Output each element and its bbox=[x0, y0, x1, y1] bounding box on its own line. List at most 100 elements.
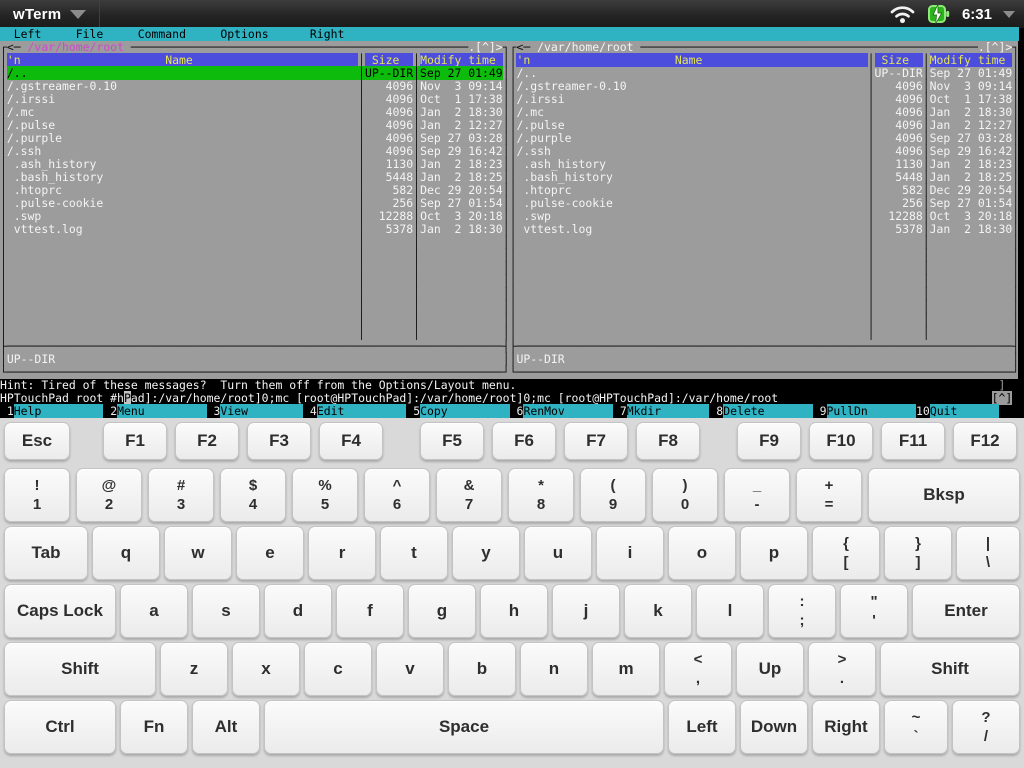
key-bracket-left[interactable]: {[ bbox=[812, 526, 880, 580]
key-esc[interactable]: Esc bbox=[4, 422, 70, 460]
fkey-renmov[interactable]: RenMov bbox=[523, 404, 613, 418]
key-p[interactable]: p bbox=[740, 526, 808, 580]
key-equals[interactable]: += bbox=[796, 468, 862, 522]
key-9[interactable]: (9 bbox=[580, 468, 646, 522]
fkey-view[interactable]: View bbox=[220, 404, 303, 418]
key-period[interactable]: >. bbox=[808, 642, 876, 696]
menu-command[interactable]: Command bbox=[138, 27, 186, 41]
key-k[interactable]: k bbox=[624, 584, 692, 638]
key-shift-left[interactable]: Shift bbox=[4, 642, 156, 696]
column-header-size[interactable]: Size bbox=[365, 53, 413, 67]
key-semicolon[interactable]: :; bbox=[768, 584, 836, 638]
key-8[interactable]: *8 bbox=[508, 468, 574, 522]
menu-right[interactable]: Right bbox=[310, 27, 344, 41]
column-header-size[interactable]: Size bbox=[875, 53, 923, 67]
key-y[interactable]: y bbox=[452, 526, 520, 580]
key-backslash[interactable]: |\ bbox=[956, 526, 1020, 580]
key-slash[interactable]: ?/ bbox=[952, 700, 1020, 754]
key-f12[interactable]: F12 bbox=[953, 422, 1017, 460]
column-header-mtime[interactable]: Modify time bbox=[930, 53, 1013, 67]
fkey-edit[interactable]: Edit bbox=[317, 404, 407, 418]
fkey-quit[interactable]: Quit bbox=[930, 404, 999, 418]
key-quote[interactable]: "' bbox=[840, 584, 908, 638]
key-alt[interactable]: Alt bbox=[192, 700, 260, 754]
key-comma[interactable]: <, bbox=[664, 642, 732, 696]
key-enter[interactable]: Enter bbox=[912, 584, 1020, 638]
panel-path[interactable]: /var/home/root bbox=[28, 40, 124, 54]
key-f10[interactable]: F10 bbox=[809, 422, 873, 460]
key-f8[interactable]: F8 bbox=[636, 422, 700, 460]
key-0[interactable]: )0 bbox=[652, 468, 718, 522]
key-ctrl[interactable]: Ctrl bbox=[4, 700, 116, 754]
key-3[interactable]: #3 bbox=[148, 468, 214, 522]
terminal-screen[interactable]: Left File Command Options Right ┌<─ /var… bbox=[0, 28, 1024, 418]
key-x[interactable]: x bbox=[232, 642, 300, 696]
key-7[interactable]: &7 bbox=[436, 468, 502, 522]
key-i[interactable]: i bbox=[596, 526, 664, 580]
key-2[interactable]: @2 bbox=[76, 468, 142, 522]
key-4[interactable]: $4 bbox=[220, 468, 286, 522]
key-right[interactable]: Right bbox=[812, 700, 880, 754]
key-v[interactable]: v bbox=[376, 642, 444, 696]
key-f1[interactable]: F1 bbox=[103, 422, 167, 460]
key-up[interactable]: Up bbox=[736, 642, 804, 696]
key-n[interactable]: n bbox=[520, 642, 588, 696]
key-f7[interactable]: F7 bbox=[564, 422, 628, 460]
scroll-indicator[interactable]: [^] bbox=[992, 391, 1013, 405]
key-t[interactable]: t bbox=[380, 526, 448, 580]
menu-options[interactable]: Options bbox=[220, 27, 268, 41]
key-a[interactable]: a bbox=[120, 584, 188, 638]
key-d[interactable]: d bbox=[264, 584, 332, 638]
menu-file[interactable]: File bbox=[76, 27, 104, 41]
key-down[interactable]: Down bbox=[740, 700, 808, 754]
key-w[interactable]: w bbox=[164, 526, 232, 580]
key-r[interactable]: r bbox=[308, 526, 376, 580]
key-j[interactable]: j bbox=[552, 584, 620, 638]
panel-scroll-marker[interactable]: .[^]> bbox=[978, 40, 1012, 54]
key-fn[interactable]: Fn bbox=[120, 700, 188, 754]
key-m[interactable]: m bbox=[592, 642, 660, 696]
key-c[interactable]: c bbox=[304, 642, 372, 696]
status-menu-arrow-icon[interactable] bbox=[1003, 11, 1015, 18]
key-bracket-right[interactable]: }] bbox=[884, 526, 952, 580]
key-minus[interactable]: _- bbox=[724, 468, 790, 522]
key-h[interactable]: h bbox=[480, 584, 548, 638]
key-g[interactable]: g bbox=[408, 584, 476, 638]
key-f11[interactable]: F11 bbox=[881, 422, 945, 460]
menu-left[interactable]: Left bbox=[14, 27, 42, 41]
key-f[interactable]: f bbox=[336, 584, 404, 638]
fkey-copy[interactable]: Copy bbox=[420, 404, 510, 418]
fkey-pulldn[interactable]: PullDn bbox=[827, 404, 917, 418]
key-f9[interactable]: F9 bbox=[737, 422, 801, 460]
key-tab[interactable]: Tab bbox=[4, 526, 88, 580]
column-header-name[interactable]: 'n Name bbox=[516, 53, 867, 67]
key-e[interactable]: e bbox=[236, 526, 304, 580]
key-1[interactable]: !1 bbox=[4, 468, 70, 522]
fkey-menu[interactable]: Menu bbox=[117, 404, 207, 418]
key-shift-right[interactable]: Shift bbox=[880, 642, 1020, 696]
fkey-delete[interactable]: Delete bbox=[723, 404, 813, 418]
key-f4[interactable]: F4 bbox=[319, 422, 383, 460]
key-f2[interactable]: F2 bbox=[175, 422, 239, 460]
app-menu-button[interactable]: wTerm bbox=[0, 0, 100, 28]
mc-fkey-bar[interactable]: 1Help 2Menu 3View 4Edit 5Copy 6RenMov 7M… bbox=[0, 405, 1018, 418]
column-header-mtime[interactable]: Modify time bbox=[420, 53, 503, 67]
key-f6[interactable]: F6 bbox=[492, 422, 556, 460]
fkey-help[interactable]: Help bbox=[14, 404, 104, 418]
key-6[interactable]: ^6 bbox=[364, 468, 430, 522]
key-f5[interactable]: F5 bbox=[420, 422, 484, 460]
key-b[interactable]: b bbox=[448, 642, 516, 696]
key-caps-lock[interactable]: Caps Lock bbox=[4, 584, 116, 638]
key-l[interactable]: l bbox=[696, 584, 764, 638]
key-q[interactable]: q bbox=[92, 526, 160, 580]
key-u[interactable]: u bbox=[524, 526, 592, 580]
key-left[interactable]: Left bbox=[668, 700, 736, 754]
key-bksp[interactable]: Bksp bbox=[868, 468, 1020, 522]
key-5[interactable]: %5 bbox=[292, 468, 358, 522]
panel-scroll-marker[interactable]: .[^]> bbox=[468, 40, 502, 54]
key-backtick[interactable]: ~` bbox=[884, 700, 948, 754]
fkey-mkdir[interactable]: Mkdir bbox=[627, 404, 710, 418]
key-z[interactable]: z bbox=[160, 642, 228, 696]
key-s[interactable]: s bbox=[192, 584, 260, 638]
key-o[interactable]: o bbox=[668, 526, 736, 580]
